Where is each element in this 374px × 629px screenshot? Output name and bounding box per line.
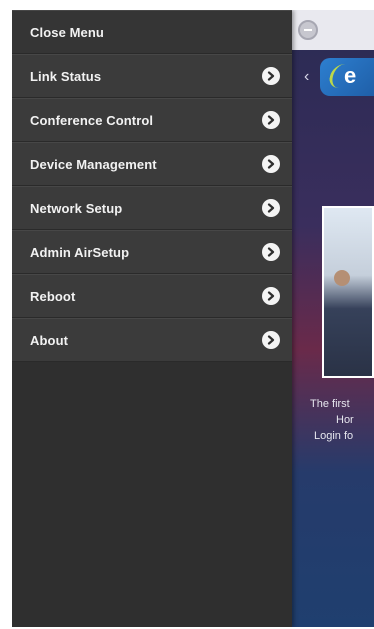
- menu-item-device-management[interactable]: Device Management: [12, 142, 292, 186]
- brand-logo: [320, 58, 374, 96]
- menu-item-label: Conference Control: [30, 112, 154, 128]
- side-menu: Close Menu Link Status Conference Contro…: [12, 10, 292, 627]
- menu-item-label: About: [30, 332, 69, 348]
- home-button[interactable]: [298, 20, 318, 40]
- menu-item-admin-airsetup[interactable]: Admin AirSetup: [12, 230, 292, 274]
- promo-line-1: The first: [310, 398, 350, 410]
- menu-item-conference-control[interactable]: Conference Control: [12, 98, 292, 142]
- menu-item-label: Device Management: [30, 156, 157, 172]
- chevron-right-icon: [262, 111, 280, 129]
- menu-item-reboot[interactable]: Reboot: [12, 274, 292, 318]
- menu-item-label: Reboot: [30, 288, 76, 304]
- back-arrow-icon[interactable]: ‹: [304, 68, 309, 86]
- menu-item-label: Link Status: [30, 68, 102, 84]
- close-menu-label: Close Menu: [30, 24, 104, 40]
- chevron-right-icon: [262, 287, 280, 305]
- hero-image: [322, 206, 374, 378]
- menu-item-about[interactable]: About: [12, 318, 292, 362]
- chevron-right-icon: [262, 331, 280, 349]
- chevron-right-icon: [262, 243, 280, 261]
- chevron-right-icon: [262, 155, 280, 173]
- promo-text: The first Hor Login fo: [310, 396, 374, 444]
- background-page: ‹ The first Hor Login fo: [292, 10, 374, 627]
- menu-item-network-setup[interactable]: Network Setup: [12, 186, 292, 230]
- menu-list: Close Menu Link Status Conference Contro…: [12, 10, 292, 362]
- app-frame: ‹ The first Hor Login fo Close Menu Link…: [12, 10, 374, 627]
- menu-item-label: Network Setup: [30, 200, 123, 216]
- promo-line-2: Hor: [336, 414, 354, 426]
- promo-line-3: Login fo: [314, 430, 354, 442]
- chevron-right-icon: [262, 199, 280, 217]
- menu-item-label: Admin AirSetup: [30, 244, 130, 260]
- menu-item-link-status[interactable]: Link Status: [12, 54, 292, 98]
- close-menu-button[interactable]: Close Menu: [12, 10, 292, 54]
- top-bar: [292, 10, 374, 50]
- chevron-right-icon: [262, 67, 280, 85]
